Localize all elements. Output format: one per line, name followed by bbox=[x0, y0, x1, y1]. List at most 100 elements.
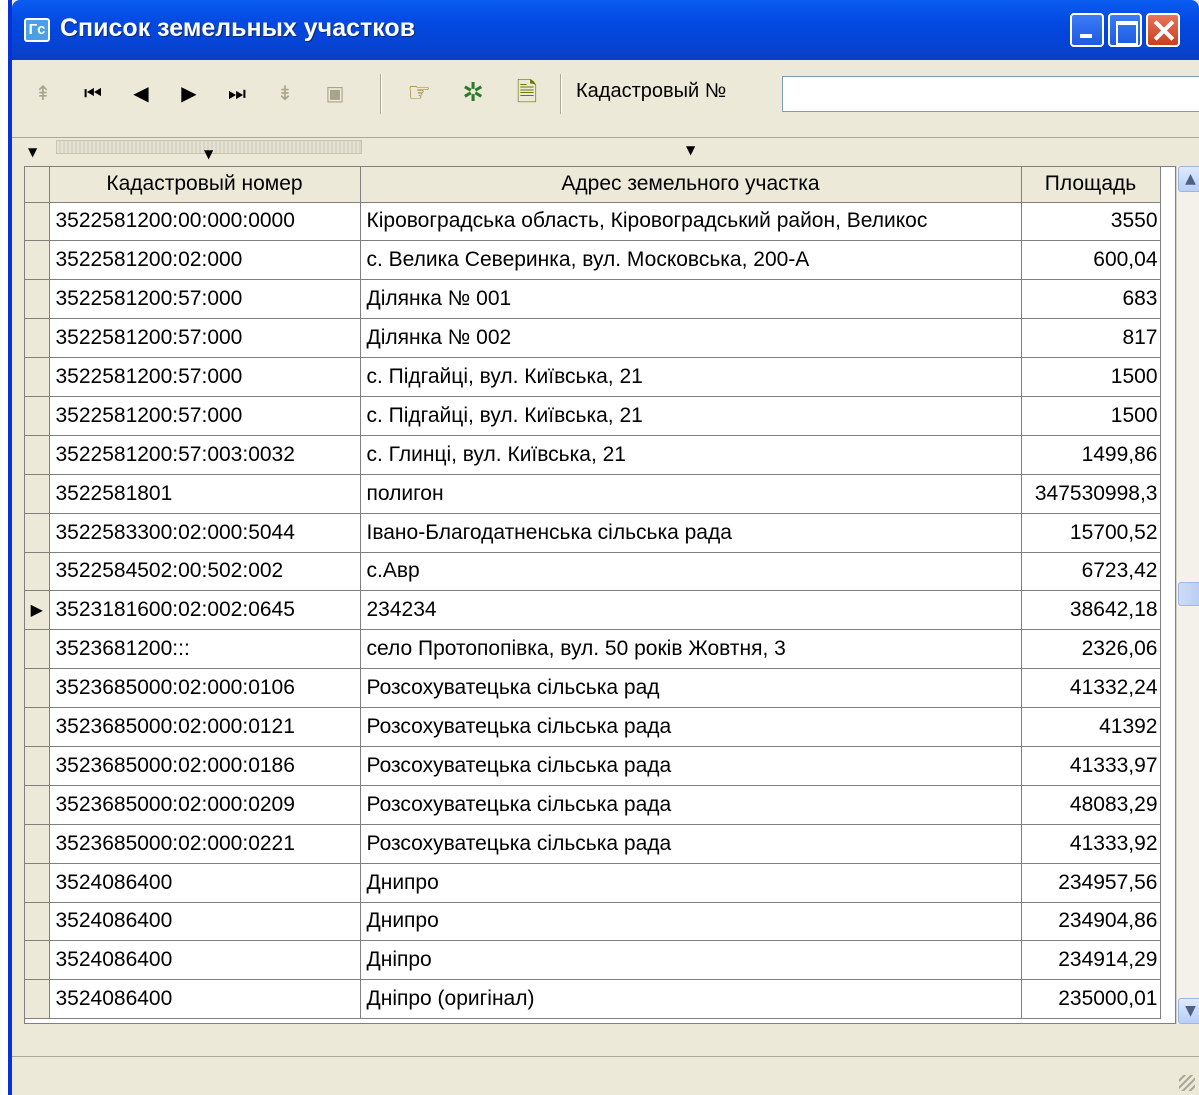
chevron-down-icon[interactable]: ▼ bbox=[686, 144, 695, 156]
area-cell[interactable]: 600,04 bbox=[1021, 240, 1161, 281]
resize-grip[interactable] bbox=[1179, 1075, 1195, 1091]
row-indicator[interactable] bbox=[25, 940, 50, 981]
row-indicator[interactable] bbox=[25, 668, 50, 709]
address-cell[interactable]: с. Підгайці, вул. Київська, 21 bbox=[360, 396, 1022, 436]
cadastral-number-cell[interactable]: 3522581200:57:000 bbox=[49, 357, 361, 397]
table-row[interactable]: 3522581200:57:000 с. Підгайці, вул. Київс… bbox=[25, 396, 1161, 436]
last-record-icon[interactable]: ⏭ bbox=[220, 76, 254, 110]
first-record-icon[interactable]: ⏮ bbox=[76, 76, 110, 110]
area-cell[interactable]: 2326,06 bbox=[1021, 629, 1161, 670]
row-indicator[interactable] bbox=[25, 785, 50, 825]
table-row[interactable]: 3523685000:02:000:0106 Розсохуватецька сі… bbox=[25, 668, 1161, 709]
row-indicator[interactable] bbox=[25, 707, 50, 747]
row-indicator[interactable] bbox=[25, 396, 50, 436]
insert-record-icon[interactable]: ⇞ bbox=[26, 76, 60, 110]
address-cell[interactable]: Розсохуватецька сільська рад bbox=[360, 668, 1022, 709]
row-indicator[interactable] bbox=[25, 435, 50, 475]
address-cell[interactable]: село Протопопівка, вул. 50 років Жовтня,… bbox=[360, 629, 1022, 670]
address-cell[interactable]: 234234 bbox=[360, 590, 1022, 631]
table-row[interactable]: 3523685000:02:000:0221 Розсохуватецька сі… bbox=[25, 824, 1161, 864]
clear-filter-icon[interactable]: ✲ bbox=[456, 76, 490, 110]
cadastral-number-cell[interactable]: 3522583300:02:000:5044 bbox=[49, 513, 361, 553]
cadastral-number-cell[interactable]: 3522581200:00:000:0000 bbox=[49, 202, 361, 242]
cadastral-number-cell[interactable]: 3523685000:02:000:0121 bbox=[49, 707, 361, 747]
table-row[interactable]: 3522581200:57:000 Ділянка № 001 683 bbox=[25, 279, 1161, 320]
scroll-down-button[interactable]: ▼ bbox=[1178, 998, 1199, 1024]
cadastral-number-cell[interactable]: 3522581200:57:003:0032 bbox=[49, 435, 361, 475]
area-cell[interactable]: 1499,86 bbox=[1021, 435, 1161, 475]
area-cell[interactable]: 6723,42 bbox=[1021, 552, 1161, 592]
delete-record-icon[interactable]: ⇟ bbox=[268, 76, 302, 110]
title-bar[interactable]: Гс Список земельных участков bbox=[12, 0, 1199, 60]
row-indicator[interactable] bbox=[25, 979, 50, 1020]
row-indicator[interactable] bbox=[25, 357, 50, 397]
area-cell[interactable]: 15700,52 bbox=[1021, 513, 1161, 553]
row-indicator[interactable] bbox=[25, 863, 50, 903]
table-row[interactable]: 3522583300:02:000:5044 Івано-Благодатненс… bbox=[25, 513, 1161, 553]
minimize-button[interactable] bbox=[1070, 13, 1104, 47]
area-cell[interactable]: 41333,92 bbox=[1021, 824, 1161, 864]
area-cell[interactable]: 3550 bbox=[1021, 202, 1161, 242]
address-cell[interactable]: Ділянка № 001 bbox=[360, 279, 1022, 320]
row-indicator[interactable] bbox=[25, 318, 50, 359]
cadastral-number-cell[interactable]: 3523681200::: bbox=[49, 629, 361, 670]
area-cell[interactable]: 683 bbox=[1021, 279, 1161, 320]
area-cell[interactable]: 1500 bbox=[1021, 357, 1161, 397]
area-cell[interactable]: 41332,24 bbox=[1021, 668, 1161, 709]
column-header-area[interactable]: Площадь bbox=[1021, 167, 1161, 203]
area-cell[interactable]: 41392 bbox=[1021, 707, 1161, 747]
row-indicator[interactable] bbox=[25, 202, 50, 242]
cadastral-search-input[interactable] bbox=[782, 76, 1199, 112]
area-cell[interactable]: 234914,29 bbox=[1021, 940, 1161, 981]
address-cell[interactable]: Ділянка № 002 bbox=[360, 318, 1022, 359]
chevron-down-icon[interactable]: ▼ bbox=[204, 148, 213, 160]
table-row[interactable]: 3523681200::: село Протопопівка, вул. 50 … bbox=[25, 629, 1161, 670]
address-cell[interactable]: Івано-Благодатненська сільська рада bbox=[360, 513, 1022, 553]
address-cell[interactable]: Розсохуватецька сільська рада bbox=[360, 785, 1022, 825]
table-row[interactable]: 3524086400 Дніпро (оригінал) 235000,01 bbox=[25, 979, 1161, 1020]
pointer-filter-icon[interactable]: ☞ bbox=[402, 76, 436, 110]
address-cell[interactable]: Днипро bbox=[360, 902, 1022, 942]
area-cell[interactable]: 347530998,3 bbox=[1021, 474, 1161, 514]
area-cell[interactable]: 38642,18 bbox=[1021, 590, 1161, 631]
table-row[interactable]: 3522581200:57:000 Ділянка № 002 817 bbox=[25, 318, 1161, 359]
row-indicator[interactable] bbox=[25, 824, 50, 864]
address-cell[interactable]: с. Велика Северинка, вул. Московська, 20… bbox=[360, 240, 1022, 281]
column-header-address[interactable]: Адрес земельного участка bbox=[360, 167, 1022, 203]
cadastral-number-cell[interactable]: 3522581200:02:000 bbox=[49, 240, 361, 281]
cadastral-number-cell[interactable]: 3523685000:02:000:0186 bbox=[49, 746, 361, 786]
address-cell[interactable]: полигон bbox=[360, 474, 1022, 514]
area-cell[interactable]: 235000,01 bbox=[1021, 979, 1161, 1020]
cadastral-number-cell[interactable]: 3522581200:57:000 bbox=[49, 279, 361, 320]
column-header-cadastral-number[interactable]: Кадастровый номер bbox=[49, 167, 361, 203]
area-cell[interactable]: 234904,86 bbox=[1021, 902, 1161, 942]
row-indicator[interactable] bbox=[25, 746, 50, 786]
table-row[interactable]: 3523685000:02:000:0121 Розсохуватецька сі… bbox=[25, 707, 1161, 747]
cadastral-number-cell[interactable]: 3522581200:57:000 bbox=[49, 318, 361, 359]
prior-record-icon[interactable]: ◀ bbox=[124, 76, 158, 110]
cadastral-number-cell[interactable]: 3523685000:02:000:0221 bbox=[49, 824, 361, 864]
row-indicator[interactable] bbox=[25, 279, 50, 320]
land-plots-grid[interactable]: Кадастровый номер Адрес земельного участ… bbox=[24, 166, 1176, 1024]
row-indicator[interactable] bbox=[25, 474, 50, 514]
close-button[interactable] bbox=[1146, 13, 1180, 47]
cadastral-number-cell[interactable]: 3524086400 bbox=[49, 979, 361, 1020]
cadastral-number-cell[interactable]: 3524086400 bbox=[49, 940, 361, 981]
cadastral-number-cell[interactable]: 3522584502:00:502:002 bbox=[49, 552, 361, 592]
address-cell[interactable]: Розсохуватецька сільська рада bbox=[360, 746, 1022, 786]
area-cell[interactable]: 1500 bbox=[1021, 396, 1161, 436]
area-cell[interactable]: 41333,97 bbox=[1021, 746, 1161, 786]
row-indicator[interactable] bbox=[25, 513, 50, 553]
report-icon[interactable]: 🗎 bbox=[510, 76, 544, 110]
table-row[interactable]: 3522584502:00:502:002 с.Авр 6723,42 bbox=[25, 552, 1161, 592]
address-cell[interactable]: Днипро bbox=[360, 863, 1022, 903]
area-cell[interactable]: 234957,56 bbox=[1021, 863, 1161, 903]
address-cell[interactable]: с. Підгайці, вул. Київська, 21 bbox=[360, 357, 1022, 397]
row-indicator[interactable] bbox=[25, 629, 50, 670]
address-cell[interactable]: Розсохуватецька сільська рада bbox=[360, 824, 1022, 864]
row-indicator[interactable] bbox=[25, 902, 50, 942]
table-row[interactable]: 3522581200:57:000 с. Підгайці, вул. Київс… bbox=[25, 357, 1161, 397]
scroll-up-button[interactable]: ▲ bbox=[1178, 166, 1199, 192]
table-row[interactable]: 3522581200:02:000 с. Велика Северинка, ву… bbox=[25, 240, 1161, 281]
table-row[interactable]: 3523685000:02:000:0209 Розсохуватецька сі… bbox=[25, 785, 1161, 825]
